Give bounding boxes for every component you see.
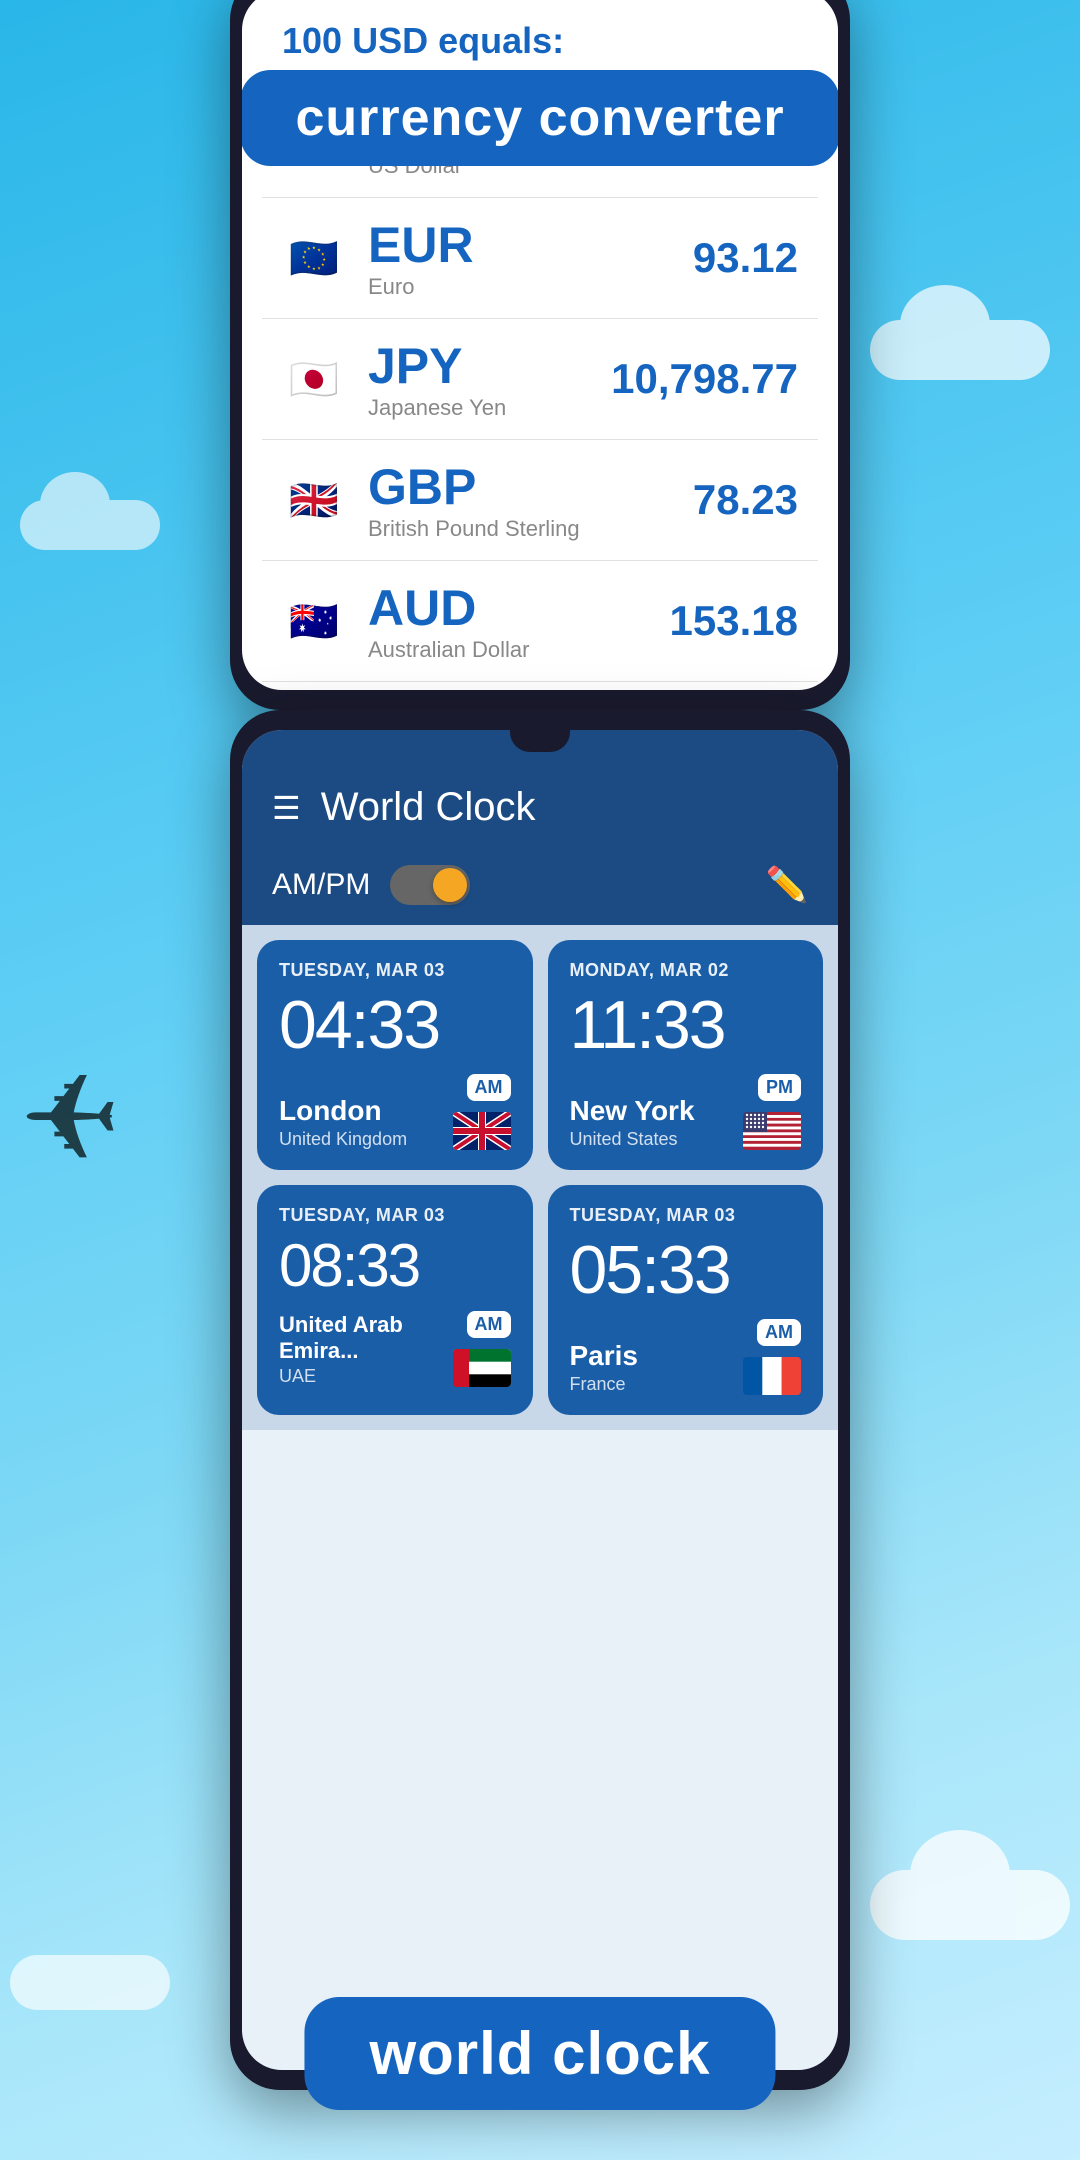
currency-header-text: 100 USD equals: — [282, 20, 564, 61]
uae-country: UAE — [279, 1366, 453, 1387]
newyork-time: 11:33 — [570, 991, 802, 1059]
paris-city-info: Paris France — [570, 1340, 639, 1395]
currency-badge-label: currency converter — [295, 89, 784, 147]
clock-card-paris[interactable]: TUESDAY, MAR 03 05:33 Paris France AM — [548, 1185, 824, 1415]
gbp-code: GBP — [368, 458, 693, 516]
eur-value: 93.12 — [693, 234, 798, 282]
clock-app-title: World Clock — [321, 785, 808, 830]
eur-name: Euro — [368, 274, 693, 300]
paris-flag-container: AM — [743, 1319, 801, 1395]
jpy-value: 10,798.77 — [611, 355, 798, 403]
london-flag-container: AM — [453, 1074, 511, 1150]
currency-row-aud[interactable]: 🇦🇺 AUD Australian Dollar 153.18 — [262, 561, 818, 682]
london-time: 04:33 — [279, 991, 511, 1059]
world-clock-badge: world clock — [304, 1997, 775, 2110]
london-date: TUESDAY, MAR 03 — [279, 960, 511, 981]
paris-city: Paris — [570, 1340, 639, 1372]
currency-row-gbp[interactable]: 🇬🇧 GBP British Pound Sterling 78.23 — [262, 440, 818, 561]
currency-phone: currency converter 100 USD equals: 🇺🇸 US… — [230, 0, 850, 710]
cloud-decoration — [870, 320, 1050, 380]
eur-flag: 🇪🇺 — [282, 226, 346, 290]
uae-flag-container: AM — [453, 1311, 511, 1387]
newyork-flag-container: PM — [743, 1074, 801, 1150]
cloud-decoration — [20, 500, 160, 550]
currency-row-cad[interactable]: 🇨🇦 CAD Canadian Dollar 133.35 — [262, 682, 818, 690]
aud-name: Australian Dollar — [368, 637, 670, 663]
paris-bottom: Paris France AM — [570, 1319, 802, 1395]
newyork-country: United States — [570, 1129, 695, 1150]
currency-header: 100 USD equals: — [242, 0, 838, 77]
aud-code: AUD — [368, 579, 670, 637]
cloud-decoration — [10, 1955, 170, 2010]
uae-city: United Arab Emira... — [279, 1312, 453, 1364]
paris-ampm: AM — [757, 1319, 801, 1346]
eur-info: EUR Euro — [368, 216, 693, 300]
ampm-toggle[interactable] — [390, 865, 470, 905]
gbp-info: GBP British Pound Sterling — [368, 458, 693, 542]
currency-converter-badge: currency converter — [242, 70, 838, 166]
gbp-name: British Pound Sterling — [368, 516, 693, 542]
world-clock-screen: ☰ World Clock AM/PM ✏️ TUESDAY, MAR 03 0… — [242, 730, 838, 2070]
london-bottom: London United Kingdom AM — [279, 1074, 511, 1150]
world-clock-phone: ☰ World Clock AM/PM ✏️ TUESDAY, MAR 03 0… — [230, 710, 850, 2090]
aud-info: AUD Australian Dollar — [368, 579, 670, 663]
ampm-row: AM/PM ✏️ — [242, 850, 838, 925]
edit-icon[interactable]: ✏️ — [766, 865, 808, 905]
uae-time: 08:33 — [279, 1236, 511, 1296]
clock-card-london[interactable]: TUESDAY, MAR 03 04:33 London United King… — [257, 940, 533, 1170]
newyork-date: MONDAY, MAR 02 — [570, 960, 802, 981]
phone-notch — [510, 730, 570, 752]
clock-card-newyork[interactable]: MONDAY, MAR 02 11:33 New York United Sta… — [548, 940, 824, 1170]
toggle-thumb — [433, 868, 467, 902]
eur-code: EUR — [368, 216, 693, 274]
jpy-code: JPY — [368, 337, 611, 395]
london-city-info: London United Kingdom — [279, 1095, 407, 1150]
newyork-city-info: New York United States — [570, 1095, 695, 1150]
newyork-bottom: New York United States PM — [570, 1074, 802, 1150]
airplane-decoration: ✈ — [20, 1050, 121, 1189]
uae-date: TUESDAY, MAR 03 — [279, 1205, 511, 1226]
currency-list: 🇺🇸 USD US Dollar 100 🇪🇺 EUR Euro 93.12 🇯… — [242, 77, 838, 690]
jpy-info: JPY Japanese Yen — [368, 337, 611, 421]
jpy-name: Japanese Yen — [368, 395, 611, 421]
gbp-value: 78.23 — [693, 476, 798, 524]
currency-row-eur[interactable]: 🇪🇺 EUR Euro 93.12 — [262, 198, 818, 319]
clock-grid: TUESDAY, MAR 03 04:33 London United King… — [242, 925, 838, 1430]
paris-date: TUESDAY, MAR 03 — [570, 1205, 802, 1226]
ampm-label: AM/PM — [272, 868, 370, 902]
currency-row-jpy[interactable]: 🇯🇵 JPY Japanese Yen 10,798.77 — [262, 319, 818, 440]
us-flag-icon — [743, 1112, 801, 1150]
paris-country: France — [570, 1374, 639, 1395]
clock-card-uae[interactable]: TUESDAY, MAR 03 08:33 United Arab Emira.… — [257, 1185, 533, 1415]
jpy-flag: 🇯🇵 — [282, 347, 346, 411]
london-city: London — [279, 1095, 407, 1127]
uae-ampm: AM — [467, 1311, 511, 1338]
cloud-decoration — [870, 1870, 1070, 1940]
aud-flag: 🇦🇺 — [282, 589, 346, 653]
london-country: United Kingdom — [279, 1129, 407, 1150]
newyork-city: New York — [570, 1095, 695, 1127]
france-flag-icon — [743, 1357, 801, 1395]
paris-time: 05:33 — [570, 1236, 802, 1304]
uae-flag-icon — [453, 1349, 511, 1387]
uae-city-info: United Arab Emira... UAE — [279, 1312, 453, 1387]
uae-bottom: United Arab Emira... UAE AM — [279, 1311, 511, 1387]
uk-flag-icon — [453, 1112, 511, 1150]
newyork-ampm: PM — [758, 1074, 801, 1101]
gbp-flag: 🇬🇧 — [282, 468, 346, 532]
aud-value: 153.18 — [670, 597, 798, 645]
world-clock-badge-label: world clock — [369, 2020, 710, 2087]
menu-icon[interactable]: ☰ — [272, 789, 301, 827]
london-ampm: AM — [467, 1074, 511, 1101]
currency-phone-screen: currency converter 100 USD equals: 🇺🇸 US… — [242, 0, 838, 690]
